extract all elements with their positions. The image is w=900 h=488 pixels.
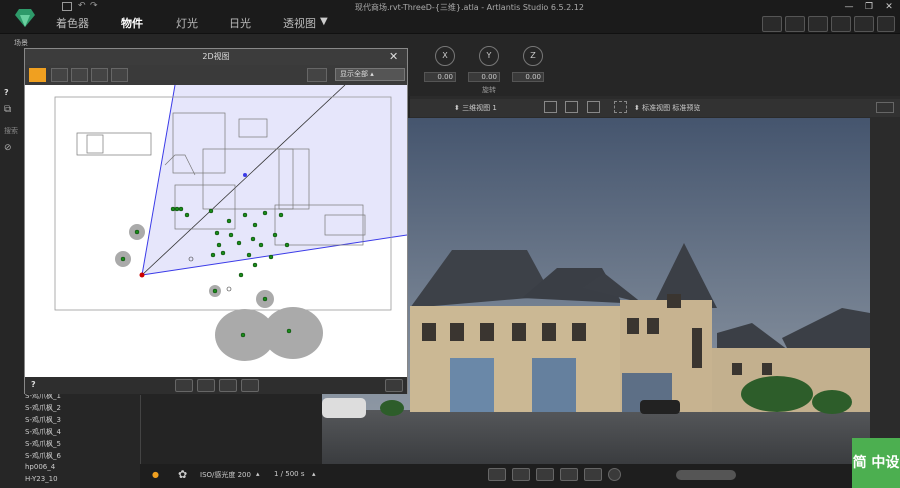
help-label[interactable]: ? [4, 88, 9, 97]
scene-label: 场景 [14, 39, 28, 47]
dialog-help[interactable]: ? [31, 380, 36, 389]
shutter-stepper-icon[interactable]: ▴ [312, 470, 316, 478]
dialog-footer: ? [25, 377, 407, 394]
top-view-icon[interactable] [29, 68, 46, 82]
cart-icon[interactable] [762, 16, 782, 32]
display-select-value: 显示全部 [340, 70, 368, 78]
list-item[interactable]: S-鸡爪枫_5 [25, 439, 61, 449]
zoom-icon[interactable] [512, 468, 530, 481]
undo-view-icon[interactable] [488, 468, 506, 481]
dialog-fit-icon[interactable] [241, 379, 259, 392]
save-icon[interactable] [62, 2, 72, 11]
dialog-title: 2D视图 [25, 49, 407, 65]
front-view-icon[interactable] [51, 68, 68, 82]
layers-icon[interactable]: ⧉ [4, 104, 11, 115]
search-label: 搜索 [4, 127, 18, 135]
restore-icon[interactable]: ❐ [862, 2, 876, 14]
dialog-toolbar: 显示全部 ▴ [25, 65, 407, 85]
top-menu-bar: ↶ ↷ 着色器 物件 灯光 日光 透视图 ▼ 现代商场.rvt-ThreeD-{… [0, 0, 900, 34]
close-window-icon[interactable]: ✕ [882, 2, 896, 14]
artlantis-logo-icon [15, 9, 35, 27]
star-icon[interactable]: ● [152, 470, 159, 479]
view-tool-icon[interactable] [544, 101, 557, 113]
list-item[interactable]: hp006_4 [25, 463, 55, 471]
preview-mode-select[interactable]: ⬍ 标准视图 标准预览 [634, 103, 700, 113]
minimize-icon[interactable]: — [842, 2, 856, 14]
badge-text: 简 中设 [852, 455, 900, 471]
watermark-badge: 简 中设 [852, 438, 900, 488]
view-name-select[interactable]: ⬍ 三维视图 1 [454, 103, 497, 113]
tab-perspectives[interactable]: 透视图 [283, 15, 316, 31]
panel-toggle-icon[interactable] [876, 102, 894, 113]
back-view-icon[interactable] [91, 68, 108, 82]
view-name: 三维视图 1 [462, 104, 497, 112]
axis-y-button[interactable]: Y [479, 46, 499, 66]
render-icon[interactable] [877, 16, 895, 32]
rotation-x-field[interactable]: 0.00 [424, 72, 456, 82]
aperture-icon[interactable]: ✿ [178, 468, 187, 481]
region-icon[interactable] [614, 101, 627, 113]
fit-icon[interactable] [565, 101, 578, 113]
list-item[interactable]: H-Y23_10 [25, 475, 58, 483]
shutter-value[interactable]: 1 / 500 s [274, 470, 305, 478]
list-item[interactable]: S-鸡爪枫_6 [25, 451, 61, 461]
side-view-icon[interactable] [71, 68, 88, 82]
tab-dropdown-icon[interactable]: ▼ [320, 16, 328, 27]
tree-guide [140, 395, 141, 465]
tab-sun[interactable]: 日光 [229, 15, 251, 31]
tab-lights[interactable]: 灯光 [176, 15, 198, 31]
display-select[interactable]: 显示全部 ▴ [335, 68, 405, 81]
timeline-slider[interactable] [676, 470, 736, 480]
axis-x-button[interactable]: X [435, 46, 455, 66]
rotation-z-field[interactable]: 0.00 [512, 72, 544, 82]
2d-view-dialog: 2D视图 ✕ 显示全部 ▴ ? [24, 48, 408, 394]
export-icon[interactable] [785, 16, 805, 32]
tab-shaders[interactable]: 着色器 [56, 15, 89, 31]
viewport-toolbar: ⬍ 三维视图 1 ⬍ 标准视图 标准预览 [410, 99, 900, 117]
pan-icon[interactable] [536, 468, 554, 481]
record-icon[interactable] [608, 468, 621, 481]
list-item[interactable]: S-鸡爪枫_3 [25, 415, 61, 425]
plan-canvas[interactable] [25, 84, 408, 377]
bottom-bar: ● ✿ ISO/感光度 200 ▴ 1 / 500 s ▴ [140, 464, 900, 488]
list-item[interactable]: S-鸡爪枫_4 [25, 427, 61, 437]
list-item[interactable]: S-鸡爪枫_2 [25, 403, 61, 413]
refresh-icon[interactable] [307, 68, 327, 82]
iso-value[interactable]: ISO/感光度 200 [200, 470, 251, 480]
windows-icon[interactable] [808, 16, 828, 32]
rotation-label: 旋转 [482, 86, 496, 94]
tab-objects[interactable]: 物件 [121, 15, 143, 31]
walk-icon[interactable] [560, 468, 578, 481]
preview-mode: 标准视图 标准预览 [642, 104, 701, 112]
dialog-zoom-icon[interactable] [197, 379, 215, 392]
orbit-icon[interactable] [584, 468, 602, 481]
link-icon[interactable]: ⊘ [4, 143, 12, 153]
dialog-close-icon[interactable]: ✕ [389, 50, 398, 63]
rotation-y-field[interactable]: 0.00 [468, 72, 500, 82]
axis-z-button[interactable]: Z [523, 46, 543, 66]
plan-drawing [54, 84, 408, 361]
iso-stepper-icon[interactable]: ▴ [256, 470, 260, 478]
dialog-pan-icon[interactable] [219, 379, 237, 392]
camera-icon[interactable] [831, 16, 851, 32]
frame-icon[interactable] [854, 16, 874, 32]
window-title: 现代商场.rvt-ThreeD-{三维}.atla - Artlantis St… [355, 3, 584, 12]
redo-icon[interactable]: ↷ [90, 1, 98, 11]
dialog-undo-icon[interactable] [175, 379, 193, 392]
left-view-icon[interactable] [111, 68, 128, 82]
dialog-center-icon[interactable] [385, 379, 403, 392]
undo-icon[interactable]: ↶ [78, 1, 86, 11]
frame-view-icon[interactable] [587, 101, 600, 113]
